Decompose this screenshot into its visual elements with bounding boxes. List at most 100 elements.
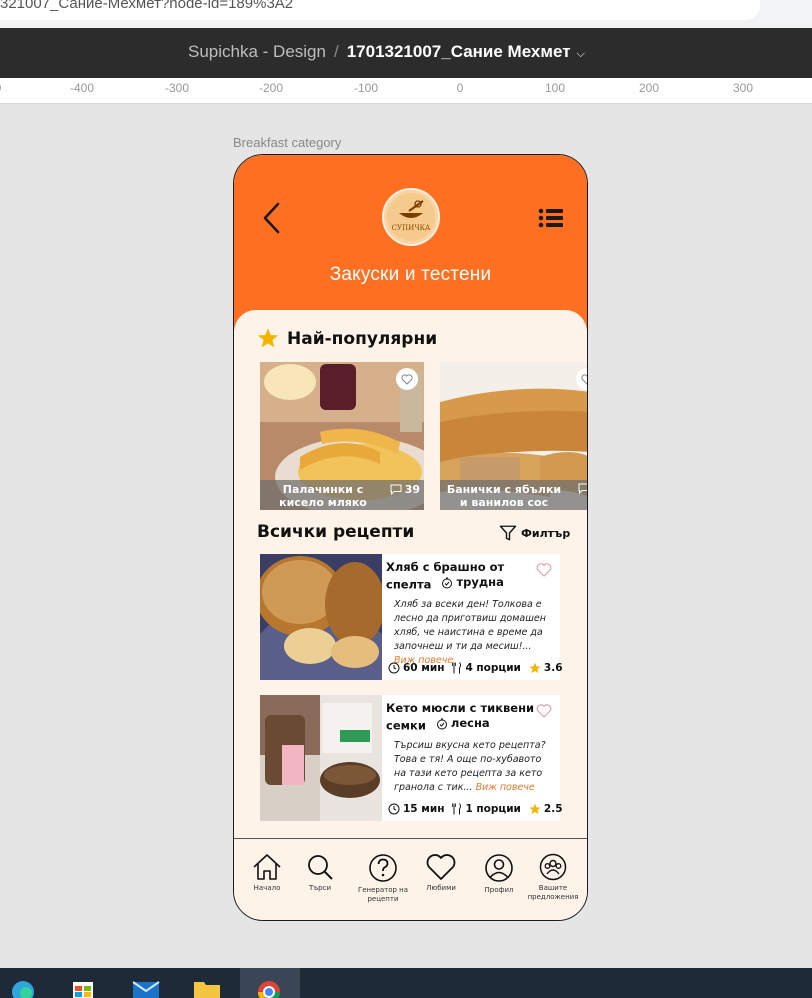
- breadcrumb: Supichka - Design / 1701321007_Сание Мехме…: [188, 42, 585, 62]
- clock-icon: [388, 662, 400, 674]
- edge-icon[interactable]: [8, 976, 38, 998]
- nav-search[interactable]: Търси: [290, 853, 350, 893]
- ruler-tick: -300: [164, 81, 190, 95]
- logo-badge: СУПИЧКА: [387, 193, 435, 241]
- clock-icon: [388, 803, 400, 815]
- portions-value: 4 порции: [465, 662, 521, 674]
- page-title: Закуски и тестени: [329, 264, 492, 285]
- frame-label[interactable]: Breakfast category: [233, 135, 341, 150]
- nav-suggestions[interactable]: Вашите предложения: [523, 853, 583, 902]
- bread-image: [260, 554, 382, 680]
- mail-icon[interactable]: [131, 976, 161, 998]
- ruler-tick: 0: [0, 81, 1, 95]
- project-name[interactable]: Supichka - Design: [188, 42, 326, 61]
- timer-check-icon: [436, 718, 447, 729]
- user-icon: [485, 854, 513, 882]
- recipe-description: Търсиш вкусна кето рецепта? Това е тя! А…: [394, 739, 552, 795]
- favorite-button[interactable]: [396, 368, 418, 390]
- filter-button[interactable]: Филтър: [499, 524, 570, 542]
- bowl-icon: [399, 200, 424, 218]
- recipe-description: Хляб за всеки ден! Толкова е лесно да пр…: [394, 598, 552, 668]
- chevron-down-icon[interactable]: ⌵: [577, 48, 585, 60]
- popular-card-caption: Палачинки с кисело мляко 39: [260, 480, 424, 510]
- breadcrumb-separator: /: [333, 42, 339, 61]
- horizontal-ruler: 0 -400 -300 -200 -100 0 100 200 300: [0, 78, 812, 104]
- recipe-meta: 60 мин 4 порции 3.6: [388, 662, 567, 674]
- comment-count-value: 39: [404, 483, 420, 496]
- bottom-navigation: Начало Търси Генератор на рецепти Любими…: [234, 838, 587, 920]
- nav-label: Вашите предложения: [527, 884, 579, 901]
- ruler-tick: 200: [638, 81, 660, 95]
- ruler-tick: -200: [258, 81, 284, 95]
- nav-favorites[interactable]: Любими: [411, 853, 471, 893]
- difficulty: трудна: [441, 575, 504, 590]
- ruler-tick: 100: [544, 81, 566, 95]
- ruler-tick: 300: [732, 81, 754, 95]
- nav-label: Профил: [484, 886, 514, 894]
- difficulty: лесна: [436, 716, 490, 731]
- comment-count: 39: [390, 483, 420, 496]
- question-icon: [369, 854, 397, 882]
- rating: 2.5: [529, 803, 563, 815]
- logo-text: СУПИЧКА: [391, 224, 431, 232]
- phone-frame: СУПИЧКА Закуски и тестени Най-популярни: [233, 154, 588, 921]
- difficulty-label: трудна: [456, 575, 504, 589]
- all-recipes-title: Всички рецепти: [257, 522, 415, 542]
- rating: 3.6: [529, 662, 563, 674]
- nav-recipe-generator[interactable]: Генератор на рецепти: [353, 853, 413, 904]
- heart-icon[interactable]: [536, 562, 552, 578]
- popular-card[interactable]: Палачинки с кисело мляко 39: [260, 362, 424, 510]
- home-icon: [253, 854, 281, 880]
- difficulty-label: лесна: [450, 716, 490, 730]
- popular-title: Най-популярни: [287, 329, 438, 349]
- app-header: СУПИЧКА Закуски и тестени: [234, 155, 587, 330]
- recipe-card[interactable]: Хляб с брашно от спелта трудна Хляб за в…: [260, 554, 563, 680]
- recipe-name: Хляб с брашно от спелта трудна: [386, 560, 536, 593]
- see-more-link[interactable]: Виж повече: [476, 782, 535, 793]
- cutlery-icon: [452, 803, 462, 815]
- nav-profile[interactable]: Профил: [469, 853, 529, 895]
- nav-home[interactable]: Начало: [237, 853, 297, 893]
- store-icon[interactable]: [68, 976, 98, 998]
- recipe-description-text: Хляб за всеки ден! Толкова е лесно да пр…: [394, 599, 546, 652]
- heart-icon: [426, 854, 456, 880]
- search-icon: [308, 855, 333, 880]
- nav-label: Любими: [426, 884, 456, 892]
- nav-label: Начало: [253, 884, 281, 892]
- nav-label: Търси: [308, 884, 332, 892]
- popular-card[interactable]: Банички с ябълки и ванилов сос: [440, 362, 587, 510]
- file-name[interactable]: 1701321007_Сание Мехмет: [347, 42, 571, 61]
- time-value: 60 мин: [403, 662, 445, 674]
- rating-value: 3.6: [543, 662, 563, 674]
- back-arrow-icon[interactable]: [260, 201, 286, 235]
- recipe-card[interactable]: Кето мюсли с тиквени семки лесна Търсиш …: [260, 695, 563, 821]
- comment-icon: [578, 483, 587, 494]
- popular-card-name: Палачинки с кисело мляко: [279, 483, 367, 509]
- menu-list-icon[interactable]: [538, 207, 564, 229]
- windows-taskbar: [0, 968, 812, 998]
- recipe-name: Кето мюсли с тиквени семки лесна: [386, 701, 536, 734]
- rating-value: 2.5: [543, 803, 563, 815]
- url-text[interactable]: 321007_Сание-Мехмет?node-id=189%3A2: [0, 0, 760, 20]
- community-icon: [539, 853, 567, 881]
- popular-card-name: Банички с ябълки и ванилов сос: [446, 483, 562, 509]
- ruler-tick: 0: [456, 81, 464, 95]
- portions: 4 порции: [452, 662, 521, 674]
- app-logo[interactable]: СУПИЧКА: [382, 188, 440, 246]
- cutlery-icon: [452, 662, 462, 674]
- chrome-icon[interactable]: [254, 976, 284, 998]
- ruler-tick: -100: [353, 81, 379, 95]
- ruler-tick: -400: [69, 81, 95, 95]
- nav-label: Генератор на рецепти: [357, 886, 409, 903]
- time: 60 мин: [388, 662, 444, 674]
- star-icon: [529, 803, 541, 815]
- timer-check-icon: [442, 577, 453, 588]
- recipe-meta: 15 мин 1 порции 2.5: [388, 803, 567, 815]
- folder-icon[interactable]: [192, 976, 222, 998]
- browser-url-bar[interactable]: 321007_Сание-Мехмет?node-id=189%3A2: [0, 0, 812, 28]
- heart-icon[interactable]: [536, 703, 552, 719]
- comment-count: [578, 483, 587, 494]
- star-icon: [529, 662, 541, 674]
- content-area: Най-популярни Палачинки с кисело мляко 3…: [234, 310, 587, 840]
- figma-top-bar: Supichka - Design / 1701321007_Сание Мехме…: [0, 28, 812, 78]
